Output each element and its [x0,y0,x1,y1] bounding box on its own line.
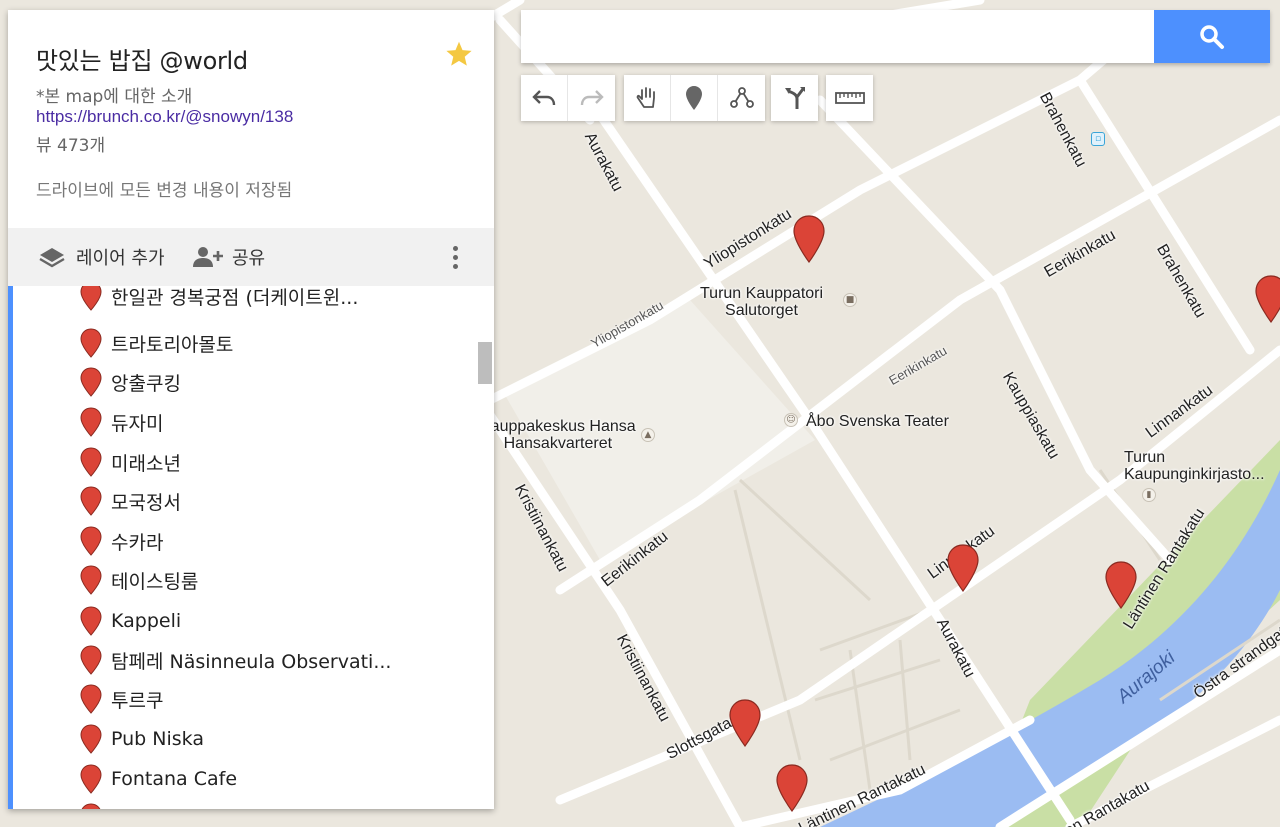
place-name: 투르쿠 [111,689,164,712]
place-name: Torre [111,807,158,809]
place-pin-icon [80,486,102,516]
draw-toolbar [624,75,765,121]
add-person-icon [193,247,223,267]
place-list-item[interactable]: Kappeli [80,603,181,639]
history-toolbar [521,75,615,121]
place-list-item[interactable]: 한일관 경복궁점 (더케이트윈... [80,286,358,314]
description-link[interactable]: https://brunch.co.kr/@snowyn/138 [36,107,293,127]
market-icon[interactable]: ■ [843,293,857,307]
place-name: 트라토리아몰토 [111,333,234,356]
share-label: 공유 [232,248,266,269]
shopping-icon[interactable]: ▲ [641,428,655,442]
directions-toolbar [771,75,818,121]
map-title[interactable]: 맛있는 밥집 @world [36,41,248,76]
place-name: 탐페레 Näsinneula Observati... [111,650,392,673]
place-list-item[interactable]: 앙출쿠킹 [80,364,181,400]
place-list-item[interactable]: Fontana Cafe [80,761,237,797]
place-list-item[interactable]: 수카라 [80,523,163,559]
place-name: 듀자미 [111,412,164,435]
place-list-item[interactable]: 탐페레 Näsinneula Observati... [80,642,391,678]
redo-icon [580,90,604,106]
star-icon[interactable] [445,40,473,68]
directions-icon [784,87,805,109]
place-list[interactable]: 한일관 경복궁점 (더케이트윈... 트라토리아몰토앙출쿠킹듀자미미래소년모국정서… [8,286,494,809]
save-status: 드라이브에 모든 변경 내용이 저장됨 [36,181,293,201]
measure-toolbar [826,75,873,121]
place-pin-icon [80,447,102,477]
draw-line-icon [729,87,754,108]
hand-tool-button[interactable] [624,75,671,121]
place-pin-icon [80,606,102,636]
place-pin-icon [80,328,102,358]
place-name: 수카라 [111,531,164,554]
map-pin-icon[interactable] [728,698,762,748]
place-name: 한일관 경복궁점 (더케이트윈... [111,286,359,309]
place-list-item[interactable]: Torre [80,800,158,809]
place-pin-icon [80,286,102,311]
draw-line-button[interactable] [718,75,765,121]
theater-icon[interactable]: ☺ [784,413,798,427]
more-vert-icon[interactable] [444,242,466,272]
place-pin-icon [81,803,101,809]
place-list-item[interactable]: 투르쿠 [80,681,163,717]
place-pin-icon [80,645,102,675]
map-pin-icon[interactable] [946,543,980,593]
layer-bar: 레이어 추가 공유 [8,228,494,286]
search-button[interactable] [1154,10,1270,63]
poi-label[interactable]: Åbo Svenska Teater [806,413,949,430]
ruler-icon [834,92,865,104]
place-list-item[interactable]: 듀자미 [80,404,163,440]
library-icon[interactable]: ▮ [1142,488,1156,502]
place-pin-icon [80,407,102,437]
directions-button[interactable] [771,75,818,121]
map-description[interactable]: *본 map에 대한 소개 [36,82,192,107]
add-layer-button[interactable]: 레이어 추가 [38,228,165,286]
hand-icon [636,87,655,108]
place-name: 앙출쿠킹 [111,372,181,395]
poi-label[interactable]: Kauppakeskus Hansa Hansakvarteret [480,418,636,452]
map-pin-icon[interactable] [1104,560,1138,610]
view-count: 뷰 473개 [36,136,106,156]
place-list-item[interactable]: 미래소년 [80,444,181,480]
share-button[interactable]: 공유 [192,228,265,286]
map-info-panel: 맛있는 밥집 @world *본 map에 대한 소개 https://brun… [8,10,494,809]
marker-icon [686,86,702,110]
place-list-item[interactable]: 테이스팅룸 [80,562,198,598]
place-list-item[interactable]: 트라토리아몰토 [80,325,233,361]
poi-label[interactable]: Turun Kauppatori Salutorget [700,285,823,319]
search-icon [1200,24,1224,49]
place-name: Fontana Cafe [111,768,238,790]
place-pin-icon [80,764,102,794]
place-list-item[interactable]: 모국정서 [80,483,181,519]
add-marker-button[interactable] [671,75,718,121]
place-name: 미래소년 [111,452,181,475]
place-name: Pub Niska [111,728,204,750]
bus-stop-icon[interactable]: ▫ [1091,132,1105,146]
place-pin-icon [80,526,102,556]
layer-accent-bar [8,286,13,809]
place-name: 테이스팅룸 [111,570,199,593]
place-pin-icon [80,367,102,397]
undo-icon [532,90,556,106]
add-layer-label: 레이어 추가 [76,248,165,269]
place-name: 모국정서 [111,491,181,514]
map-pin-icon[interactable] [775,763,809,813]
place-pin-icon [80,565,102,595]
poi-label[interactable]: Turun Kaupunginkirjasto... [1124,449,1265,483]
measure-button[interactable] [826,75,873,121]
map-pin-icon[interactable] [792,214,826,264]
search-input[interactable] [521,10,1154,63]
place-name: Kappeli [111,610,182,632]
place-list-item[interactable]: Pub Niska [80,721,204,757]
redo-button[interactable] [568,75,615,121]
place-pin-icon [80,724,102,754]
layers-icon [39,248,65,268]
scrollbar-thumb[interactable] [478,342,492,384]
search-box [521,10,1270,63]
undo-button[interactable] [521,75,568,121]
map-pin-icon[interactable] [1254,274,1280,324]
place-pin-icon [80,684,102,714]
